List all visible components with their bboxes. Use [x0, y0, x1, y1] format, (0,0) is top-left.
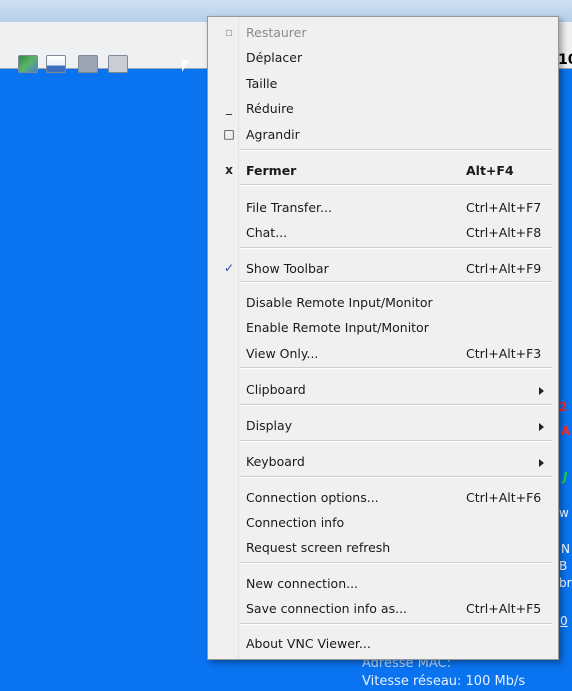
- menu-item-disable-remote[interactable]: Disable Remote Input/Monitor: [208, 291, 558, 315]
- menu-separator: [240, 281, 552, 283]
- menu-item-label: Restaurer: [246, 25, 307, 40]
- menu-item-label: Disable Remote Input/Monitor: [246, 295, 433, 310]
- menu-item-label: Connection options...: [246, 490, 379, 505]
- menu-item-enable-remote[interactable]: Enable Remote Input/Monitor: [208, 316, 558, 340]
- menu-item-label: Réduire: [246, 101, 294, 116]
- network-speed-label: Vitesse réseau: 100 Mb/s: [362, 674, 526, 689]
- menu-item-label: Chat...: [246, 225, 288, 240]
- menu-item-label: Show Toolbar: [246, 261, 329, 276]
- bg-fragment: N: [561, 542, 570, 556]
- menu-item-label: Agrandir: [246, 127, 300, 142]
- menu-item-reduire[interactable]: _ Réduire: [208, 97, 558, 121]
- menu-item-new-connection[interactable]: New connection...: [208, 572, 558, 596]
- menu-item-file-transfer[interactable]: File Transfer... Ctrl+Alt+F7: [208, 196, 558, 220]
- menu-item-label: Connection info: [246, 515, 345, 530]
- refresh-screen-icon[interactable]: [108, 55, 128, 73]
- menu-item-shortcut: Ctrl+Alt+F8: [466, 225, 542, 240]
- start-menu-icon[interactable]: [46, 55, 66, 73]
- bg-fragment: A: [561, 424, 571, 438]
- menu-item-restaurer: ▫ Restaurer: [208, 21, 558, 45]
- restore-icon: ▫: [224, 25, 234, 39]
- submenu-arrow-icon: [539, 423, 544, 431]
- menu-item-shortcut: Ctrl+Alt+F3: [466, 346, 542, 361]
- menu-item-agrandir[interactable]: □ Agrandir: [208, 123, 558, 147]
- menu-item-shortcut: Ctrl+Alt+F7: [466, 200, 542, 215]
- menu-item-show-toolbar[interactable]: ✓ Show Toolbar Ctrl+Alt+F9: [208, 257, 558, 281]
- menu-separator: [240, 367, 552, 369]
- menu-separator: [240, 562, 552, 564]
- menu-item-taille[interactable]: Taille: [208, 72, 558, 96]
- minimize-icon: _: [226, 101, 232, 115]
- menu-separator: [240, 149, 552, 151]
- menu-item-save-connection[interactable]: Save connection info as... Ctrl+Alt+F5: [208, 597, 558, 621]
- menu-item-label: Request screen refresh: [246, 540, 391, 555]
- menu-item-connection-options[interactable]: Connection options... Ctrl+Alt+F6: [208, 486, 558, 510]
- menu-item-keyboard[interactable]: Keyboard: [208, 450, 558, 474]
- menu-item-label: Save connection info as...: [246, 601, 408, 616]
- menu-item-label: Enable Remote Input/Monitor: [246, 320, 429, 335]
- menu-item-label: Déplacer: [246, 50, 303, 65]
- bg-fragment: 2: [559, 400, 568, 414]
- mouse-pointer-icon: [182, 60, 189, 72]
- menu-item-label: Clipboard: [246, 382, 306, 397]
- menu-item-shortcut: Alt+F4: [466, 163, 514, 178]
- bg-fragment: B: [559, 559, 568, 573]
- menu-item-label: About VNC Viewer...: [246, 636, 371, 651]
- submenu-arrow-icon: [539, 459, 544, 467]
- bg-fragment: w: [559, 506, 569, 520]
- submenu-arrow-icon: [539, 387, 544, 395]
- system-context-menu: ▫ Restaurer Déplacer Taille _ Réduire □ Agrandi…: [207, 16, 559, 660]
- menu-item-label: Display: [246, 418, 293, 433]
- menu-item-label: Taille: [246, 76, 278, 91]
- menu-item-label: Keyboard: [246, 454, 305, 469]
- menu-separator: [240, 247, 552, 249]
- maximize-icon: □: [223, 127, 235, 141]
- send-ctrl-alt-del-icon[interactable]: [18, 55, 38, 73]
- full-screen-icon[interactable]: [78, 55, 98, 73]
- menu-separator: [240, 184, 552, 186]
- menu-separator: [240, 404, 552, 406]
- menu-separator: [240, 440, 552, 442]
- menu-item-label: New connection...: [246, 576, 359, 591]
- menu-item-request-refresh[interactable]: Request screen refresh: [208, 536, 558, 560]
- menu-item-label: View Only...: [246, 346, 319, 361]
- menu-separator: [240, 623, 552, 625]
- menu-item-shortcut: Ctrl+Alt+F6: [466, 490, 542, 505]
- menu-separator: [240, 476, 552, 478]
- close-icon: x: [225, 163, 233, 177]
- bg-fragment: J: [563, 470, 568, 484]
- menu-item-about[interactable]: About VNC Viewer...: [208, 632, 558, 656]
- menu-item-label: Fermer: [246, 163, 297, 178]
- menu-item-view-only[interactable]: View Only... Ctrl+Alt+F3: [208, 342, 558, 366]
- menu-item-connection-info[interactable]: Connection info: [208, 511, 558, 535]
- menu-item-chat[interactable]: Chat... Ctrl+Alt+F8: [208, 221, 558, 245]
- menu-item-shortcut: Ctrl+Alt+F5: [466, 601, 542, 616]
- menu-item-fermer[interactable]: x Fermer Alt+F4: [208, 159, 558, 183]
- menu-item-deplacer[interactable]: Déplacer: [208, 46, 558, 70]
- menu-item-label: File Transfer...: [246, 200, 332, 215]
- menu-item-clipboard[interactable]: Clipboard: [208, 378, 558, 402]
- toolbar-overflow-text: 10: [558, 52, 572, 68]
- menu-item-display[interactable]: Display: [208, 414, 558, 438]
- menu-item-shortcut: Ctrl+Alt+F9: [466, 261, 542, 276]
- checkmark-icon: ✓: [223, 261, 235, 275]
- bg-fragment: br: [559, 576, 572, 590]
- bg-fragment: 0: [560, 614, 568, 628]
